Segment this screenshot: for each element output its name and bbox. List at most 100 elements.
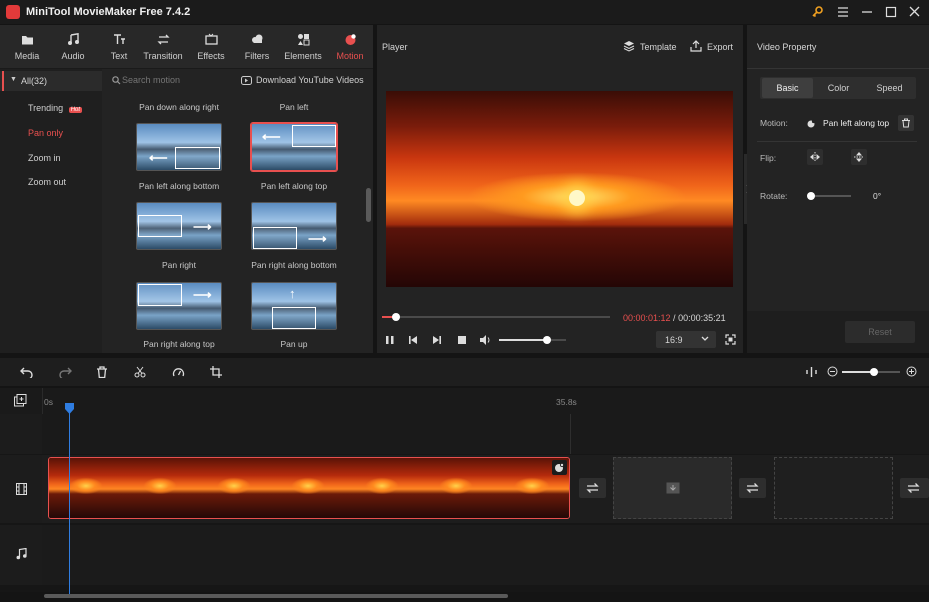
transition-slot-button[interactable] [579, 478, 606, 498]
flip-horizontal-button[interactable] [807, 149, 823, 165]
volume-track[interactable] [499, 336, 566, 344]
timeline-scrollbar[interactable] [44, 594, 508, 598]
menu-icon[interactable] [834, 4, 852, 20]
volume-icon[interactable] [479, 334, 492, 346]
video-clip[interactable] [48, 457, 570, 519]
zoom-knob[interactable] [870, 368, 878, 376]
delete-icon[interactable] [96, 366, 108, 378]
zoom-out-icon[interactable] [827, 366, 838, 377]
active-indicator [2, 71, 4, 91]
template-button[interactable]: Template [640, 42, 677, 52]
progress-knob[interactable] [392, 313, 400, 321]
motion-thumb-pan-right-along-bottom[interactable]: ⟶ [251, 202, 337, 250]
zoom-slider[interactable] [842, 368, 900, 376]
motion-icon [344, 33, 357, 46]
category-trending[interactable]: Trending Hot [28, 103, 83, 113]
tab-basic[interactable]: Basic [762, 78, 813, 98]
motion-thumb-pan-left-along-top[interactable]: ⟵ [251, 123, 337, 171]
tab-effects[interactable]: Effects [188, 32, 234, 66]
split-scissors-icon[interactable] [134, 366, 146, 378]
playhead-handle[interactable] [65, 403, 74, 414]
motion-thumb-pan-right[interactable]: ⟶ [136, 202, 222, 250]
motion-icon [555, 463, 564, 472]
tab-text[interactable]: Text [96, 32, 142, 66]
motion-thumb-pan-left-along-bottom[interactable]: ⟵ [136, 123, 222, 171]
audio-track[interactable] [42, 525, 929, 585]
previous-frame-icon[interactable] [408, 335, 418, 345]
reset-button[interactable]: Reset [845, 321, 915, 343]
motion-label-top-left: Pan down along right [139, 102, 219, 112]
flip-vertical-button[interactable] [851, 149, 867, 165]
crop-icon[interactable] [210, 366, 222, 378]
category-zoom-out[interactable]: Zoom out [28, 177, 66, 187]
tab-media[interactable]: Media [4, 32, 50, 66]
maximize-icon[interactable] [882, 4, 900, 20]
next-frame-icon[interactable] [432, 335, 442, 345]
progress-track[interactable] [382, 313, 610, 321]
swap-icon [586, 483, 599, 493]
tab-speed[interactable]: Speed [864, 78, 915, 98]
track-end-marker [570, 414, 571, 454]
delete-motion-button[interactable] [898, 115, 914, 131]
zoom-in-icon[interactable] [906, 366, 917, 377]
add-media-icon [666, 482, 680, 494]
tab-elements[interactable]: Elements [280, 32, 326, 66]
tab-transition[interactable]: Transition [140, 32, 186, 66]
motion-thumb-pan-right-along-top[interactable]: ⟶ [136, 282, 222, 330]
video-preview [386, 91, 733, 287]
volume-knob[interactable] [543, 336, 551, 344]
sun-glow [569, 190, 585, 206]
export-button[interactable]: Export [707, 42, 733, 52]
tab-color[interactable]: Color [813, 78, 864, 98]
motion-label: Pan right along top [143, 339, 215, 349]
pause-icon[interactable] [385, 335, 395, 345]
motion-thumb-pan-up[interactable]: ↑ [251, 282, 337, 330]
video-property-panel: Video Property Basic Color Speed Motion:… [747, 25, 929, 353]
category-all[interactable]: ▼ All(32) [0, 71, 102, 91]
timeline-toolbar [0, 358, 929, 386]
tab-motion[interactable]: Motion [327, 32, 373, 66]
stop-icon[interactable] [457, 335, 467, 345]
export-icon [690, 40, 702, 52]
motion-label: Pan left along bottom [138, 181, 220, 191]
rotate-slider[interactable] [807, 192, 851, 200]
fullscreen-icon[interactable] [725, 334, 736, 345]
flip-vertical-icon [854, 152, 864, 162]
transition-slot-button[interactable] [900, 478, 929, 498]
tab-filters[interactable]: Filters [234, 32, 280, 66]
category-zoom-in[interactable]: Zoom in [28, 153, 61, 163]
add-track-icon[interactable] [14, 394, 27, 407]
key-icon[interactable] [809, 4, 827, 20]
aspect-ratio-select[interactable]: 16:9 [656, 331, 716, 348]
tab-media-label: Media [14, 51, 40, 61]
motion-label: Motion: [760, 118, 788, 128]
total-time: 00:00:35:21 [678, 313, 726, 323]
motion-label: Pan left along top [260, 181, 328, 191]
category-list: ▼ All(32) Trending Hot Pan only Zoom in … [0, 69, 102, 353]
transition-slot-button[interactable] [739, 478, 766, 498]
download-youtube-link[interactable]: Download YouTube Videos [256, 75, 364, 85]
audio-snap-icon[interactable] [806, 366, 817, 378]
speed-icon[interactable] [172, 366, 185, 378]
empty-clip-slot[interactable] [613, 457, 732, 519]
category-pan-only[interactable]: Pan only [28, 128, 63, 138]
download-icon [241, 76, 252, 85]
video-property-title: Video Property [757, 42, 817, 52]
timeline-ruler[interactable]: 0s 35.8s [0, 388, 929, 414]
tab-motion-label: Motion [336, 51, 364, 61]
redo-icon[interactable] [58, 366, 72, 378]
playhead-line [69, 405, 70, 595]
overlay-track[interactable] [42, 414, 929, 454]
empty-clip-slot[interactable] [774, 457, 893, 519]
rotate-knob[interactable] [807, 192, 815, 200]
minimize-icon[interactable] [858, 4, 876, 20]
divider [757, 141, 917, 142]
motion-label: Pan up [280, 339, 308, 349]
close-icon[interactable] [906, 4, 924, 20]
divider [42, 388, 43, 414]
gallery-scrollbar[interactable] [366, 188, 371, 222]
undo-icon[interactable] [20, 366, 34, 378]
tab-audio[interactable]: Audio [50, 32, 96, 66]
swap-icon [907, 483, 920, 493]
search-input[interactable] [122, 72, 232, 88]
